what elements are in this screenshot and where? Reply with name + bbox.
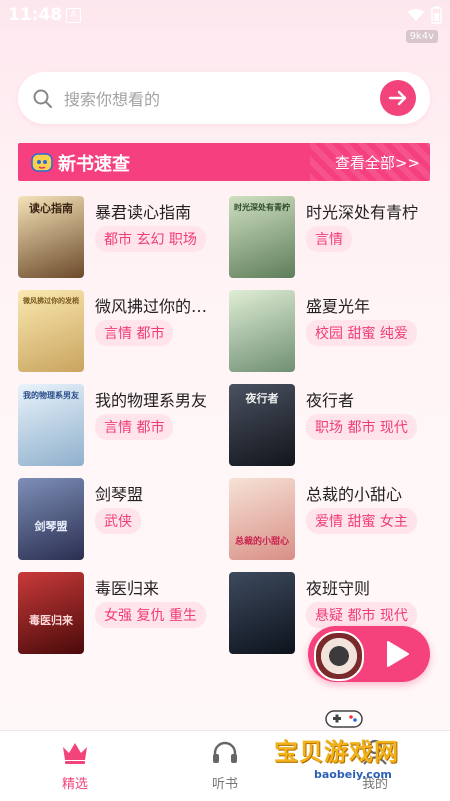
status-icons: [407, 6, 442, 24]
book-tags: 爱情 甜蜜 女主: [306, 508, 417, 534]
notification-icon: A: [66, 8, 81, 23]
section-title: 新书速查: [58, 154, 130, 175]
tab-label: 听书: [211, 777, 238, 792]
book-cover[interactable]: 总裁的小甜心: [229, 478, 295, 560]
book-title: 剑琴盟: [95, 485, 144, 504]
book-cover[interactable]: [229, 290, 295, 372]
book-item[interactable]: 盛夏光年 校园 甜蜜 纯爱: [229, 290, 439, 374]
cover-title: 夜行者: [245, 392, 279, 405]
book-tags: 职场 都市 现代: [306, 414, 417, 440]
book-title: 夜班守则: [306, 579, 371, 598]
cover-title: 总裁的小甜心: [234, 537, 289, 547]
headphones-icon: [213, 741, 237, 763]
book-tags: 武侠: [95, 508, 141, 534]
tab-label: 精选: [61, 777, 88, 792]
cover-title: 微风拂过你的发梢: [23, 297, 79, 305]
book-title: 微风拂过你的…: [95, 297, 208, 316]
book-title: 夜行者: [306, 391, 355, 410]
crown-icon: [63, 743, 87, 764]
status-bar: 11:48 A 9k4v: [0, 0, 450, 43]
book-cover[interactable]: 微风拂过你的发梢: [18, 290, 84, 372]
book-item[interactable]: 毒医归来 毒医归来 女强 复仇 重生: [18, 572, 228, 656]
book-item[interactable]: 我的物理系男友 我的物理系男友 言情 都市: [18, 384, 228, 468]
arrow-right-icon: [388, 90, 407, 106]
cover-title: 毒医归来: [29, 614, 73, 627]
view-all-link[interactable]: 查看全部>>: [335, 152, 420, 173]
book-title: 时光深处有青柠: [306, 203, 419, 222]
mascot-icon: [31, 153, 53, 172]
gamepad-icon: [325, 710, 363, 728]
cover-title: 剑琴盟: [34, 520, 68, 533]
search-input[interactable]: [62, 86, 366, 112]
book-item[interactable]: 读心指南 暴君读心指南 都市 玄幻 职场: [18, 196, 228, 280]
book-tags: 言情: [306, 226, 352, 252]
book-cover[interactable]: 夜行者: [229, 384, 295, 466]
book-cover[interactable]: [229, 572, 295, 654]
book-title: 暴君读心指南: [95, 203, 192, 222]
battery-icon: [431, 6, 442, 24]
tab-featured[interactable]: 精选: [30, 739, 120, 792]
book-title: 盛夏光年: [306, 297, 371, 316]
player-cover-disc: [314, 631, 364, 681]
search-bar[interactable]: [18, 72, 430, 124]
play-icon[interactable]: [384, 640, 410, 668]
book-cover[interactable]: 读心指南: [18, 196, 84, 278]
cover-title: 时光深处有青柠: [234, 203, 290, 212]
book-cover[interactable]: 毒医归来: [18, 572, 84, 654]
book-item[interactable]: 总裁的小甜心 总裁的小甜心 爱情 甜蜜 女主: [229, 478, 439, 562]
cover-title: 我的物理系男友: [23, 391, 79, 400]
new-books-banner: 新书速查 查看全部>>: [18, 143, 430, 181]
cover-title: 读心指南: [29, 202, 73, 215]
book-item[interactable]: 剑琴盟 剑琴盟 武侠: [18, 478, 228, 562]
book-cover[interactable]: 我的物理系男友: [18, 384, 84, 466]
book-item[interactable]: 时光深处有青柠 时光深处有青柠 言情: [229, 196, 439, 280]
book-tags: 悬疑 都市 现代: [306, 602, 417, 628]
book-cover[interactable]: 剑琴盟: [18, 478, 84, 560]
book-tags: 言情 都市: [95, 414, 174, 440]
search-icon: [33, 89, 52, 108]
book-item[interactable]: 夜行者 夜行者 职场 都市 现代: [229, 384, 439, 468]
watermark-url: baobeiy.com: [314, 768, 392, 781]
book-item[interactable]: 微风拂过你的发梢 微风拂过你的… 言情 都市: [18, 290, 228, 374]
site-watermark: 宝贝游戏网 baobeiy.com: [272, 708, 422, 798]
book-tags: 都市 玄幻 职场: [95, 226, 206, 252]
book-tags: 女强 复仇 重生: [95, 602, 206, 628]
watermark-text: 宝贝游戏网: [274, 738, 399, 766]
book-title: 我的物理系男友: [95, 391, 208, 410]
book-cover[interactable]: 时光深处有青柠: [229, 196, 295, 278]
book-tags: 校园 甜蜜 纯爱: [306, 320, 417, 346]
floating-player[interactable]: [308, 626, 430, 682]
tab-listen[interactable]: 听书: [180, 739, 270, 792]
book-title: 毒医归来: [95, 579, 160, 598]
status-time: 11:48: [8, 5, 63, 25]
search-button[interactable]: [380, 80, 416, 116]
version-tag: 9k4v: [405, 30, 438, 43]
book-tags: 言情 都市: [95, 320, 174, 346]
wifi-icon: [408, 9, 424, 21]
book-title: 总裁的小甜心: [306, 485, 403, 504]
